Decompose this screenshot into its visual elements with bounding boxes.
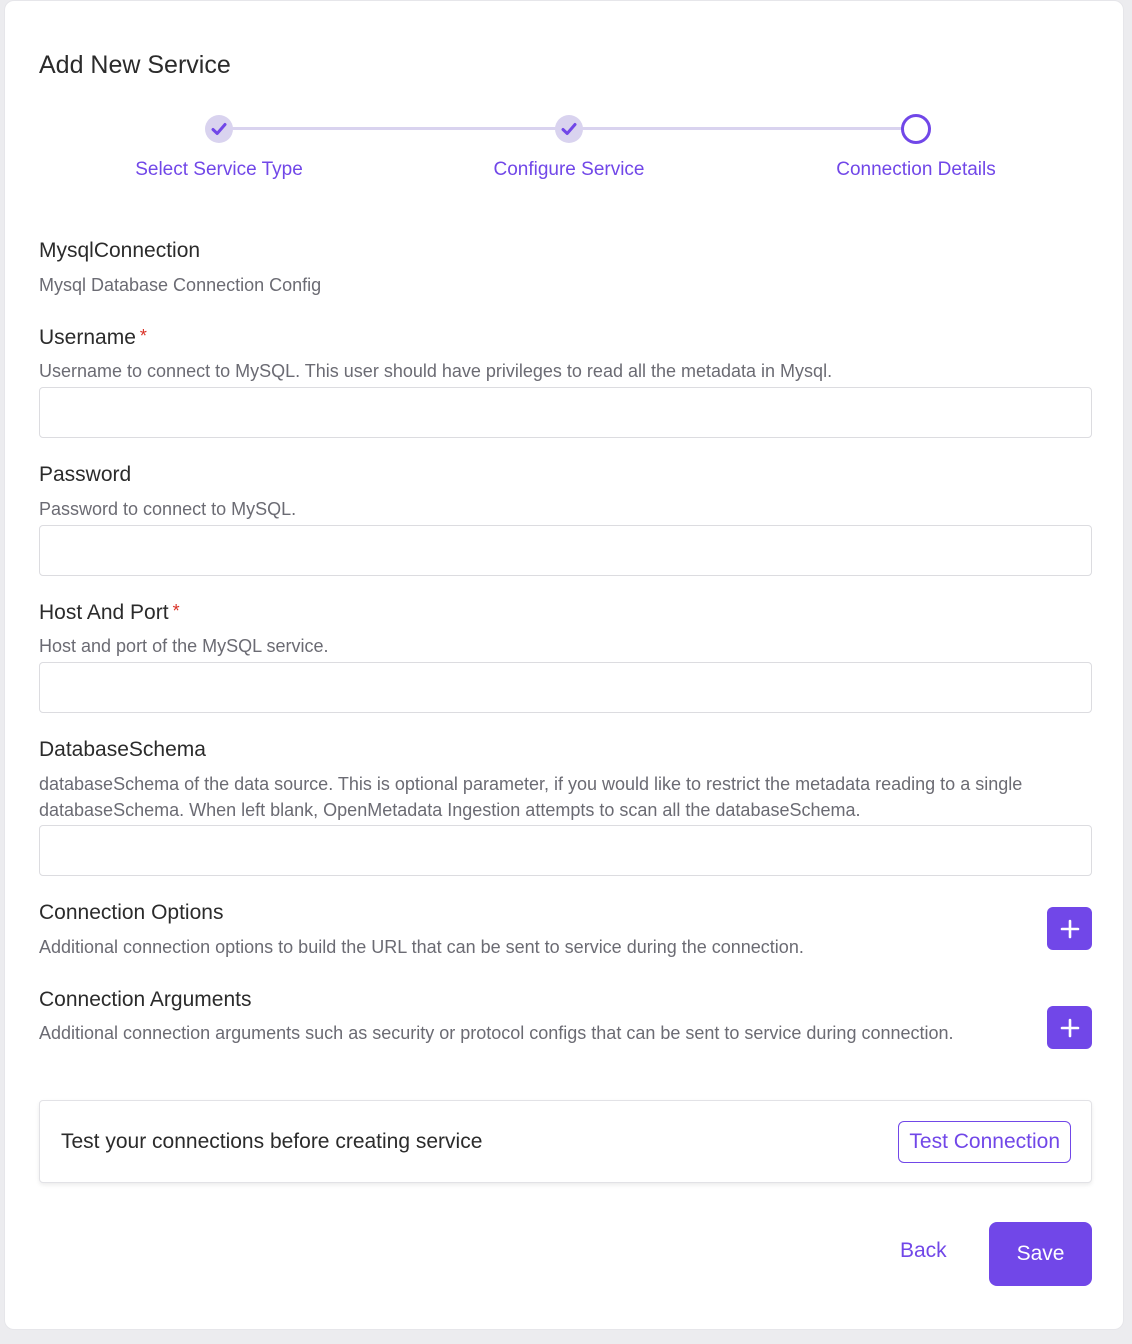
- host-port-label-text: Host And Port: [39, 601, 169, 624]
- password-description: Password to connect to MySQL.: [39, 499, 297, 519]
- connection-arguments-description: Additional connection arguments such as …: [39, 1023, 954, 1043]
- add-connection-argument-button[interactable]: [1047, 1006, 1092, 1049]
- check-icon: [211, 123, 227, 135]
- host-port-label: Host And Port *: [39, 601, 180, 625]
- step-2-done-indicator: [555, 115, 583, 143]
- test-connection-panel: Test your connections before creating se…: [39, 1100, 1092, 1183]
- check-icon: [561, 123, 577, 135]
- database-schema-description: databaseSchema of the data source. This …: [39, 774, 1023, 820]
- password-input[interactable]: [39, 525, 1092, 576]
- step-label-select-service-type: Select Service Type: [135, 159, 303, 180]
- password-label: Password: [39, 463, 132, 486]
- database-schema-label: DatabaseSchema: [39, 738, 206, 761]
- stepper-track-1: [219, 127, 569, 130]
- section-description: Mysql Database Connection Config: [39, 275, 322, 295]
- stepper-track-2: [569, 127, 915, 130]
- plus-icon: [1060, 919, 1079, 938]
- connection-options-description: Additional connection options to build t…: [39, 937, 804, 957]
- back-button[interactable]: Back: [900, 1239, 947, 1263]
- add-service-card: Add New Service Select Service Type Conf…: [4, 0, 1124, 1330]
- host-port-input[interactable]: [39, 662, 1092, 713]
- username-input[interactable]: [39, 387, 1092, 438]
- required-marker: *: [139, 326, 147, 346]
- host-port-description: Host and port of the MySQL service.: [39, 636, 329, 656]
- test-connection-message: Test your connections before creating se…: [61, 1130, 483, 1153]
- save-button[interactable]: Save: [989, 1222, 1092, 1286]
- step-label-configure-service: Configure Service: [493, 159, 645, 180]
- required-marker: *: [172, 601, 180, 621]
- page-title: Add New Service: [39, 51, 231, 79]
- section-title: MysqlConnection: [39, 239, 201, 262]
- step-1-done-indicator: [205, 115, 233, 143]
- connection-options-label: Connection Options: [39, 901, 224, 924]
- username-label: Username *: [39, 326, 147, 350]
- plus-icon: [1060, 1018, 1079, 1037]
- step-label-connection-details: Connection Details: [836, 159, 996, 180]
- connection-arguments-label: Connection Arguments: [39, 988, 252, 1011]
- add-connection-option-button[interactable]: [1047, 907, 1092, 950]
- username-description: Username to connect to MySQL. This user …: [39, 361, 833, 381]
- step-3-current-indicator: [901, 114, 931, 144]
- test-connection-button[interactable]: Test Connection: [898, 1121, 1071, 1163]
- database-schema-input[interactable]: [39, 825, 1092, 876]
- username-label-text: Username: [39, 326, 136, 349]
